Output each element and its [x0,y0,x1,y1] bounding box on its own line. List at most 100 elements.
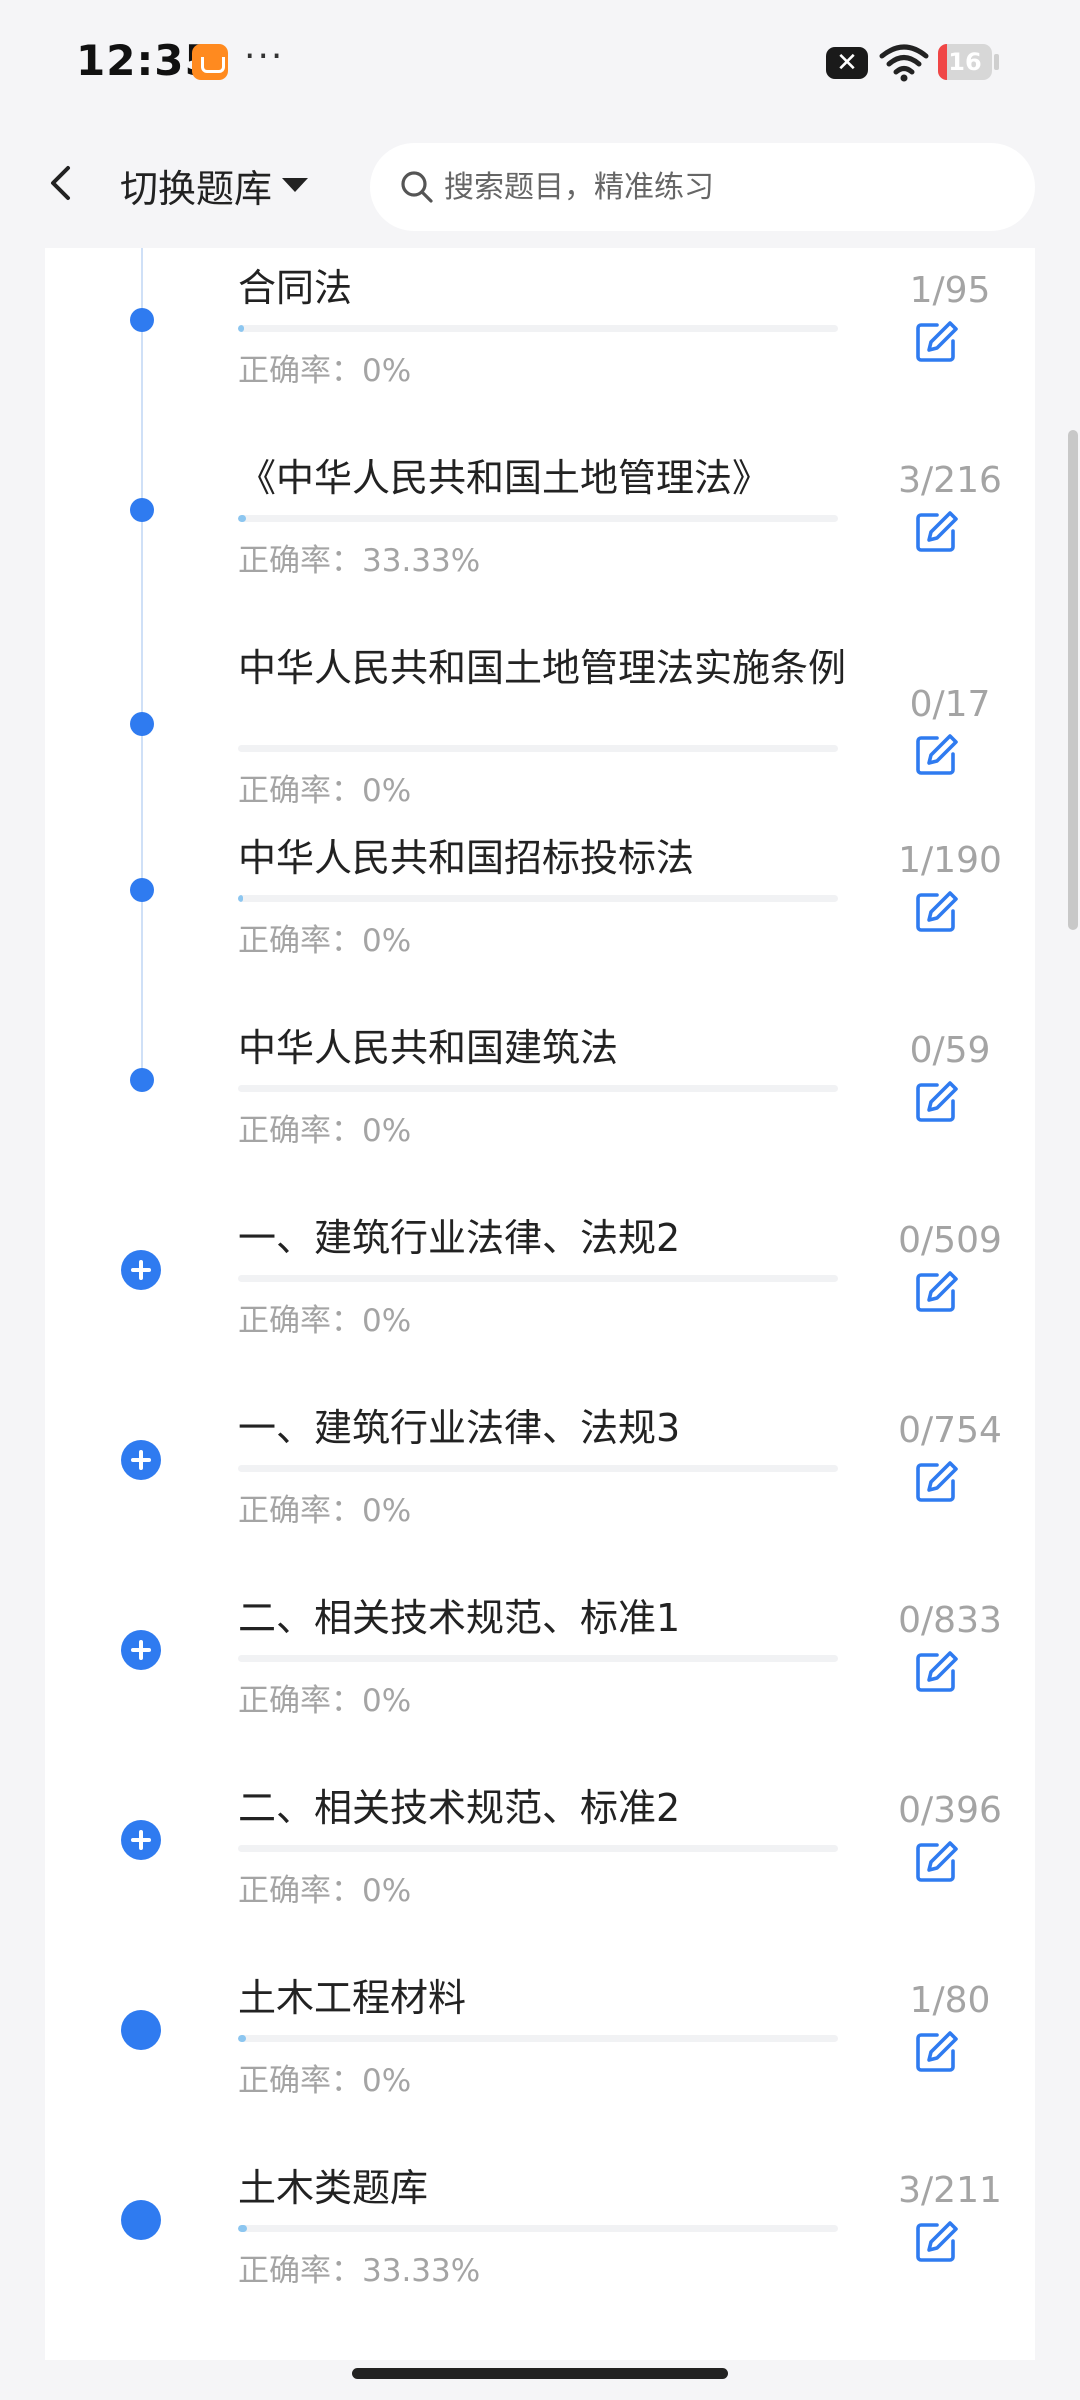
timeline-node [121,2010,161,2050]
expand-plus-icon[interactable] [121,1440,161,1480]
progress-fill [238,325,245,332]
list-item[interactable]: 中华人民共和国土地管理法实施条例 正确率：0% 0/17 [45,600,1035,809]
progress-count: 3/211 [898,2170,1002,2211]
expand-plus-icon[interactable] [121,1820,161,1860]
list-item[interactable]: 中华人民共和国招标投标法 正确率：0% 1/190 [45,790,1035,980]
edit-practice-icon[interactable] [913,1459,959,1505]
item-title: 土木类题库 [238,2166,429,2210]
accuracy-text: 正确率：33.33% [238,2245,480,2290]
edit-practice-icon[interactable] [913,1269,959,1315]
back-arrow-icon[interactable] [40,160,86,206]
list-item[interactable]: 《中华人民共和国土地管理法》 正确率：33.33% 3/216 [45,410,1035,600]
home-indicator[interactable] [352,2368,728,2379]
item-title: 二、相关技术规范、标准1 [238,1596,681,1640]
wifi-icon [879,44,929,82]
question-bank-list: 合同法 正确率：0% 1/95 《中华人民共和国土地管理法》 正确率：33.33% 3/2… [45,248,1035,2360]
caret-down-icon [282,178,309,192]
edit-practice-icon[interactable] [913,889,959,935]
item-title: 土木工程材料 [238,1976,467,2020]
search-input[interactable] [442,168,1006,206]
progress-bar [238,515,838,522]
accuracy-value: 33.33% [362,543,481,579]
accuracy-text: 正确率：0% [238,1485,411,1530]
progress-bar [238,2225,838,2232]
accuracy-value: 0% [362,353,412,389]
item-title: 中华人民共和国建筑法 [238,1026,619,1070]
progress-bar [238,325,838,332]
accuracy-label: 正确率： [238,1303,362,1339]
timeline-node [130,308,154,332]
accuracy-label: 正确率： [238,2253,362,2289]
item-title: 中华人民共和国招标投标法 [238,836,695,880]
accuracy-text: 正确率：0% [238,345,411,390]
accuracy-value: 0% [362,923,412,959]
item-title: 中华人民共和国土地管理法实施条例 [238,646,847,690]
expand-plus-icon[interactable] [121,1630,161,1670]
switch-question-bank-button[interactable]: 切换题库 [120,159,309,211]
accuracy-text: 正确率：0% [238,1865,411,1910]
progress-count: 0/59 [909,1030,991,1071]
scrollbar[interactable] [1068,430,1078,930]
progress-count: 1/95 [909,270,991,311]
accuracy-label: 正确率： [238,353,362,389]
list-item[interactable]: 一、建筑行业法律、法规3 正确率：0% 0/754 [45,1360,1035,1550]
edit-practice-icon[interactable] [913,509,959,555]
progress-bar [238,1465,838,1472]
expand-plus-icon[interactable] [121,1250,161,1290]
progress-count: 0/396 [898,1790,1002,1831]
item-title: 《中华人民共和国土地管理法》 [238,456,771,500]
progress-bar [238,2035,838,2042]
top-header: 切换题库 [0,125,1080,248]
accuracy-label: 正确率： [238,1683,362,1719]
search-bar[interactable] [370,143,1035,231]
accuracy-text: 正确率：0% [238,2055,411,2100]
shopping-app-icon [192,44,228,80]
accuracy-value: 33.33% [362,2253,481,2289]
list-item[interactable]: 合同法正确率：0% 1/95 [45,248,1035,410]
list-item[interactable]: 土木工程材料 正确率：0% 1/80 [45,1930,1035,2120]
progress-count: 3/216 [898,460,1002,501]
progress-fill [238,515,247,522]
accuracy-text: 正确率：0% [238,1105,411,1150]
progress-fill [238,2225,247,2232]
list-item[interactable]: 土木类题库正确率：33.33% 3/211 [45,2120,1035,2310]
search-icon [401,171,433,203]
accuracy-text: 正确率：0% [238,1295,411,1340]
edit-practice-icon[interactable] [913,1649,959,1695]
accuracy-value: 0% [362,1303,412,1339]
list-item[interactable]: 二、相关技术规范、标准2 正确率：0% 0/396 [45,1740,1035,1930]
edit-practice-icon[interactable] [913,1839,959,1885]
progress-bar [238,895,838,902]
progress-count: 0/17 [909,684,991,725]
edit-practice-icon[interactable] [913,2219,959,2265]
progress-bar [238,745,838,752]
progress-bar [238,1085,838,1092]
progress-count: 0/509 [898,1220,1002,1261]
list-item[interactable]: 一、建筑行业法律、法规2 正确率：0% 0/509 [45,1170,1035,1360]
edit-practice-icon[interactable] [913,319,959,365]
edit-practice-icon[interactable] [913,1079,959,1125]
progress-bar [238,1655,838,1662]
timeline-node [130,712,154,736]
list-item[interactable]: 中华人民共和国建筑法 正确率：0% 0/59 [45,980,1035,1170]
accuracy-label: 正确率： [238,1113,362,1149]
accuracy-value: 0% [362,1113,412,1149]
progress-count: 0/833 [898,1600,1002,1641]
edit-practice-icon[interactable] [913,2029,959,2075]
item-title: 一、建筑行业法律、法规2 [238,1216,681,1260]
progress-bar [238,1845,838,1852]
accuracy-text: 正确率：0% [238,915,411,960]
accuracy-value: 0% [362,1683,412,1719]
item-title: 二、相关技术规范、标准2 [238,1786,681,1830]
item-title: 合同法 [238,266,353,310]
battery-percent: 16 [948,48,982,76]
progress-count: 1/80 [909,1980,991,2021]
edit-practice-icon[interactable] [913,732,959,778]
accuracy-value: 0% [362,1493,412,1529]
progress-count: 1/190 [898,840,1002,881]
switch-bank-label: 切换题库 [120,166,273,211]
progress-bar [238,1275,838,1282]
progress-fill [238,895,243,902]
list-item[interactable]: 二、相关技术规范、标准1 正确率：0% 0/833 [45,1550,1035,1740]
accuracy-value: 0% [362,1873,412,1909]
